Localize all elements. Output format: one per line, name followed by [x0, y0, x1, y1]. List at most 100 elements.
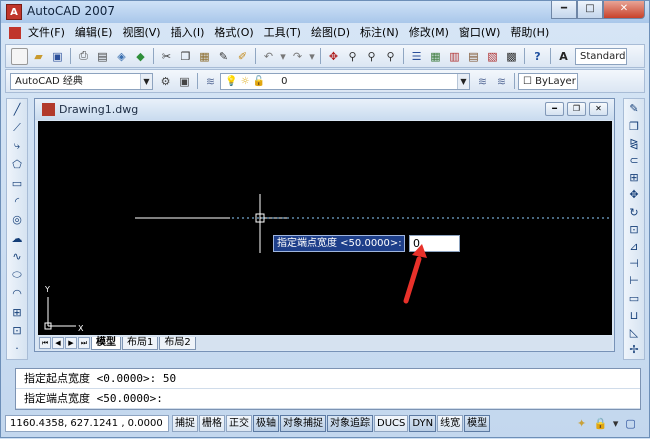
title-bar[interactable]: A AutoCAD 2007 ━ □ ✕	[1, 1, 649, 23]
copy-object-icon[interactable]: ❐	[626, 118, 643, 134]
ortho-toggle[interactable]: 正交	[226, 415, 252, 432]
layer-combo[interactable]: 💡 ☼ 🔓 ▢ 0 ▼	[220, 72, 470, 90]
save-workspace-icon[interactable]: ▣	[176, 73, 193, 90]
tab-layout2[interactable]: 布局2	[159, 336, 196, 350]
coordinate-readout[interactable]: 1160.4358, 627.1241 , 0.0000	[5, 415, 169, 432]
polar-toggle[interactable]: 极轴	[253, 415, 279, 432]
command-prompt-line[interactable]: 指定端点宽度 <50.0000>:	[16, 389, 640, 409]
array-icon[interactable]: ⊞	[626, 170, 643, 186]
ellipse-arc-icon[interactable]: ◠	[9, 285, 26, 302]
snap-toggle[interactable]: 捕捉	[172, 415, 198, 432]
trim-icon[interactable]: ⊣	[626, 256, 643, 272]
status-menu-icon[interactable]: ▾	[611, 415, 620, 432]
grid-toggle[interactable]: 栅格	[199, 415, 225, 432]
tab-model[interactable]: 模型	[91, 336, 121, 350]
last-tab-icon[interactable]: ⏭	[78, 337, 90, 349]
first-tab-icon[interactable]: ⏮	[39, 337, 51, 349]
paste-icon[interactable]: ▦	[196, 48, 213, 65]
mirror-icon[interactable]: ⧎	[626, 135, 643, 151]
break-icon[interactable]: ▭	[626, 290, 643, 306]
menu-view[interactable]: 视图(V)	[117, 24, 165, 42]
dyn-toggle[interactable]: DYN	[409, 415, 437, 432]
drawing-title-bar[interactable]: Drawing1.dwg ━ ❐ ✕	[35, 99, 614, 120]
prev-tab-icon[interactable]: ◀	[52, 337, 64, 349]
workspace-settings-icon[interactable]: ⚙	[157, 73, 174, 90]
construction-line-icon[interactable]: ⟋	[9, 119, 26, 136]
new-file-icon[interactable]	[11, 47, 28, 65]
menu-format[interactable]: 格式(O)	[209, 24, 258, 42]
text-style-combo[interactable]: Standard	[575, 47, 627, 65]
toolbar-lock-icon[interactable]: 🔒	[592, 415, 609, 432]
model-canvas[interactable]: Y X	[38, 121, 612, 335]
drawing-restore-button[interactable]: ❐	[567, 102, 586, 116]
point-icon[interactable]: ·	[9, 340, 26, 357]
cut-icon[interactable]: ✂	[158, 48, 175, 65]
line-icon[interactable]: ╱	[9, 101, 26, 118]
menu-file[interactable]: 文件(F)	[23, 24, 70, 42]
save-icon[interactable]: ▣	[49, 48, 66, 65]
undo-dropdown-icon[interactable]: ▾	[279, 48, 287, 65]
zoom-window-icon[interactable]: ⚲	[363, 48, 380, 65]
text-style-icon[interactable]: A	[555, 48, 572, 65]
close-button[interactable]: ✕	[603, 1, 645, 19]
maximize-button[interactable]: □	[577, 1, 603, 19]
circle-icon[interactable]: ◎	[9, 212, 26, 229]
menu-tools[interactable]: 工具(T)	[259, 24, 306, 42]
layer-manager-icon[interactable]: ≋	[202, 73, 219, 90]
revision-cloud-icon[interactable]: ☁	[9, 230, 26, 247]
tab-layout1[interactable]: 布局1	[122, 336, 159, 350]
menu-insert[interactable]: 插入(I)	[166, 24, 210, 42]
layer-previous-icon[interactable]: ≋	[493, 73, 510, 90]
rectangle-icon[interactable]: ▭	[9, 175, 26, 192]
make-object-layer-current-icon[interactable]: ≋	[474, 73, 491, 90]
zoom-previous-icon[interactable]: ⚲	[382, 48, 399, 65]
arc-icon[interactable]: ◜	[9, 193, 26, 210]
3d-dwf-icon[interactable]: ◆	[132, 48, 149, 65]
autocad-logo-icon[interactable]: A	[6, 4, 22, 20]
menu-dimension[interactable]: 标注(N)	[355, 24, 404, 42]
undo-icon[interactable]: ↶	[260, 48, 277, 65]
workspace-combo[interactable]: AutoCAD 经典 ▼	[10, 72, 153, 90]
zoom-realtime-icon[interactable]: ⚲	[344, 48, 361, 65]
redo-icon[interactable]: ↷	[289, 48, 306, 65]
copy-icon[interactable]: ❐	[177, 48, 194, 65]
extend-icon[interactable]: ⊢	[626, 273, 643, 289]
next-tab-icon[interactable]: ▶	[65, 337, 77, 349]
clean-screen-icon[interactable]: ▢	[622, 415, 639, 432]
menu-window[interactable]: 窗口(W)	[454, 24, 505, 42]
insert-block-icon[interactable]: ⊞	[9, 304, 26, 321]
publish-icon[interactable]: ◈	[113, 48, 130, 65]
communication-center-icon[interactable]: ✦	[573, 415, 590, 432]
pan-icon[interactable]: ✥	[325, 48, 342, 65]
block-editor-icon[interactable]: ✐	[234, 48, 251, 65]
lineweight-toggle[interactable]: 线宽	[437, 415, 464, 432]
drawing-minimize-button[interactable]: ━	[545, 102, 564, 116]
dynamic-input-field[interactable]: 0	[409, 235, 460, 252]
menu-edit[interactable]: 编辑(E)	[70, 24, 118, 42]
join-icon[interactable]: ⊔	[626, 307, 643, 323]
tool-palettes-icon[interactable]: ▥	[446, 48, 463, 65]
osnap-toggle[interactable]: 对象捕捉	[280, 415, 326, 432]
menu-help[interactable]: 帮助(H)	[505, 24, 554, 42]
document-menu-icon[interactable]	[9, 27, 21, 39]
sheet-set-icon[interactable]: ▤	[465, 48, 482, 65]
command-window[interactable]: 指定起点宽度 <0.0000>: 50 指定端点宽度 <50.0000>:	[15, 368, 641, 410]
ellipse-icon[interactable]: ⬭	[9, 267, 26, 284]
match-properties-icon[interactable]: ✎	[215, 48, 232, 65]
menu-modify[interactable]: 修改(M)	[404, 24, 454, 42]
stretch-icon[interactable]: ⊿	[626, 239, 643, 255]
polyline-icon[interactable]: ⤷	[9, 138, 26, 155]
erase-icon[interactable]: ✎	[626, 101, 643, 117]
offset-icon[interactable]: ⊂	[626, 153, 643, 169]
model-toggle[interactable]: 模型	[464, 415, 491, 432]
spline-icon[interactable]: ∿	[9, 248, 26, 265]
ducs-toggle[interactable]: DUCS	[374, 415, 409, 432]
redo-dropdown-icon[interactable]: ▾	[308, 48, 316, 65]
explode-icon[interactable]: ✢	[626, 342, 643, 358]
otrack-toggle[interactable]: 对象追踪	[327, 415, 373, 432]
chamfer-icon[interactable]: ◺	[626, 325, 643, 341]
open-folder-icon[interactable]: ▰	[30, 48, 47, 65]
design-center-icon[interactable]: ▦	[427, 48, 444, 65]
markup-icon[interactable]: ▧	[484, 48, 501, 65]
minimize-button[interactable]: ━	[551, 1, 577, 19]
